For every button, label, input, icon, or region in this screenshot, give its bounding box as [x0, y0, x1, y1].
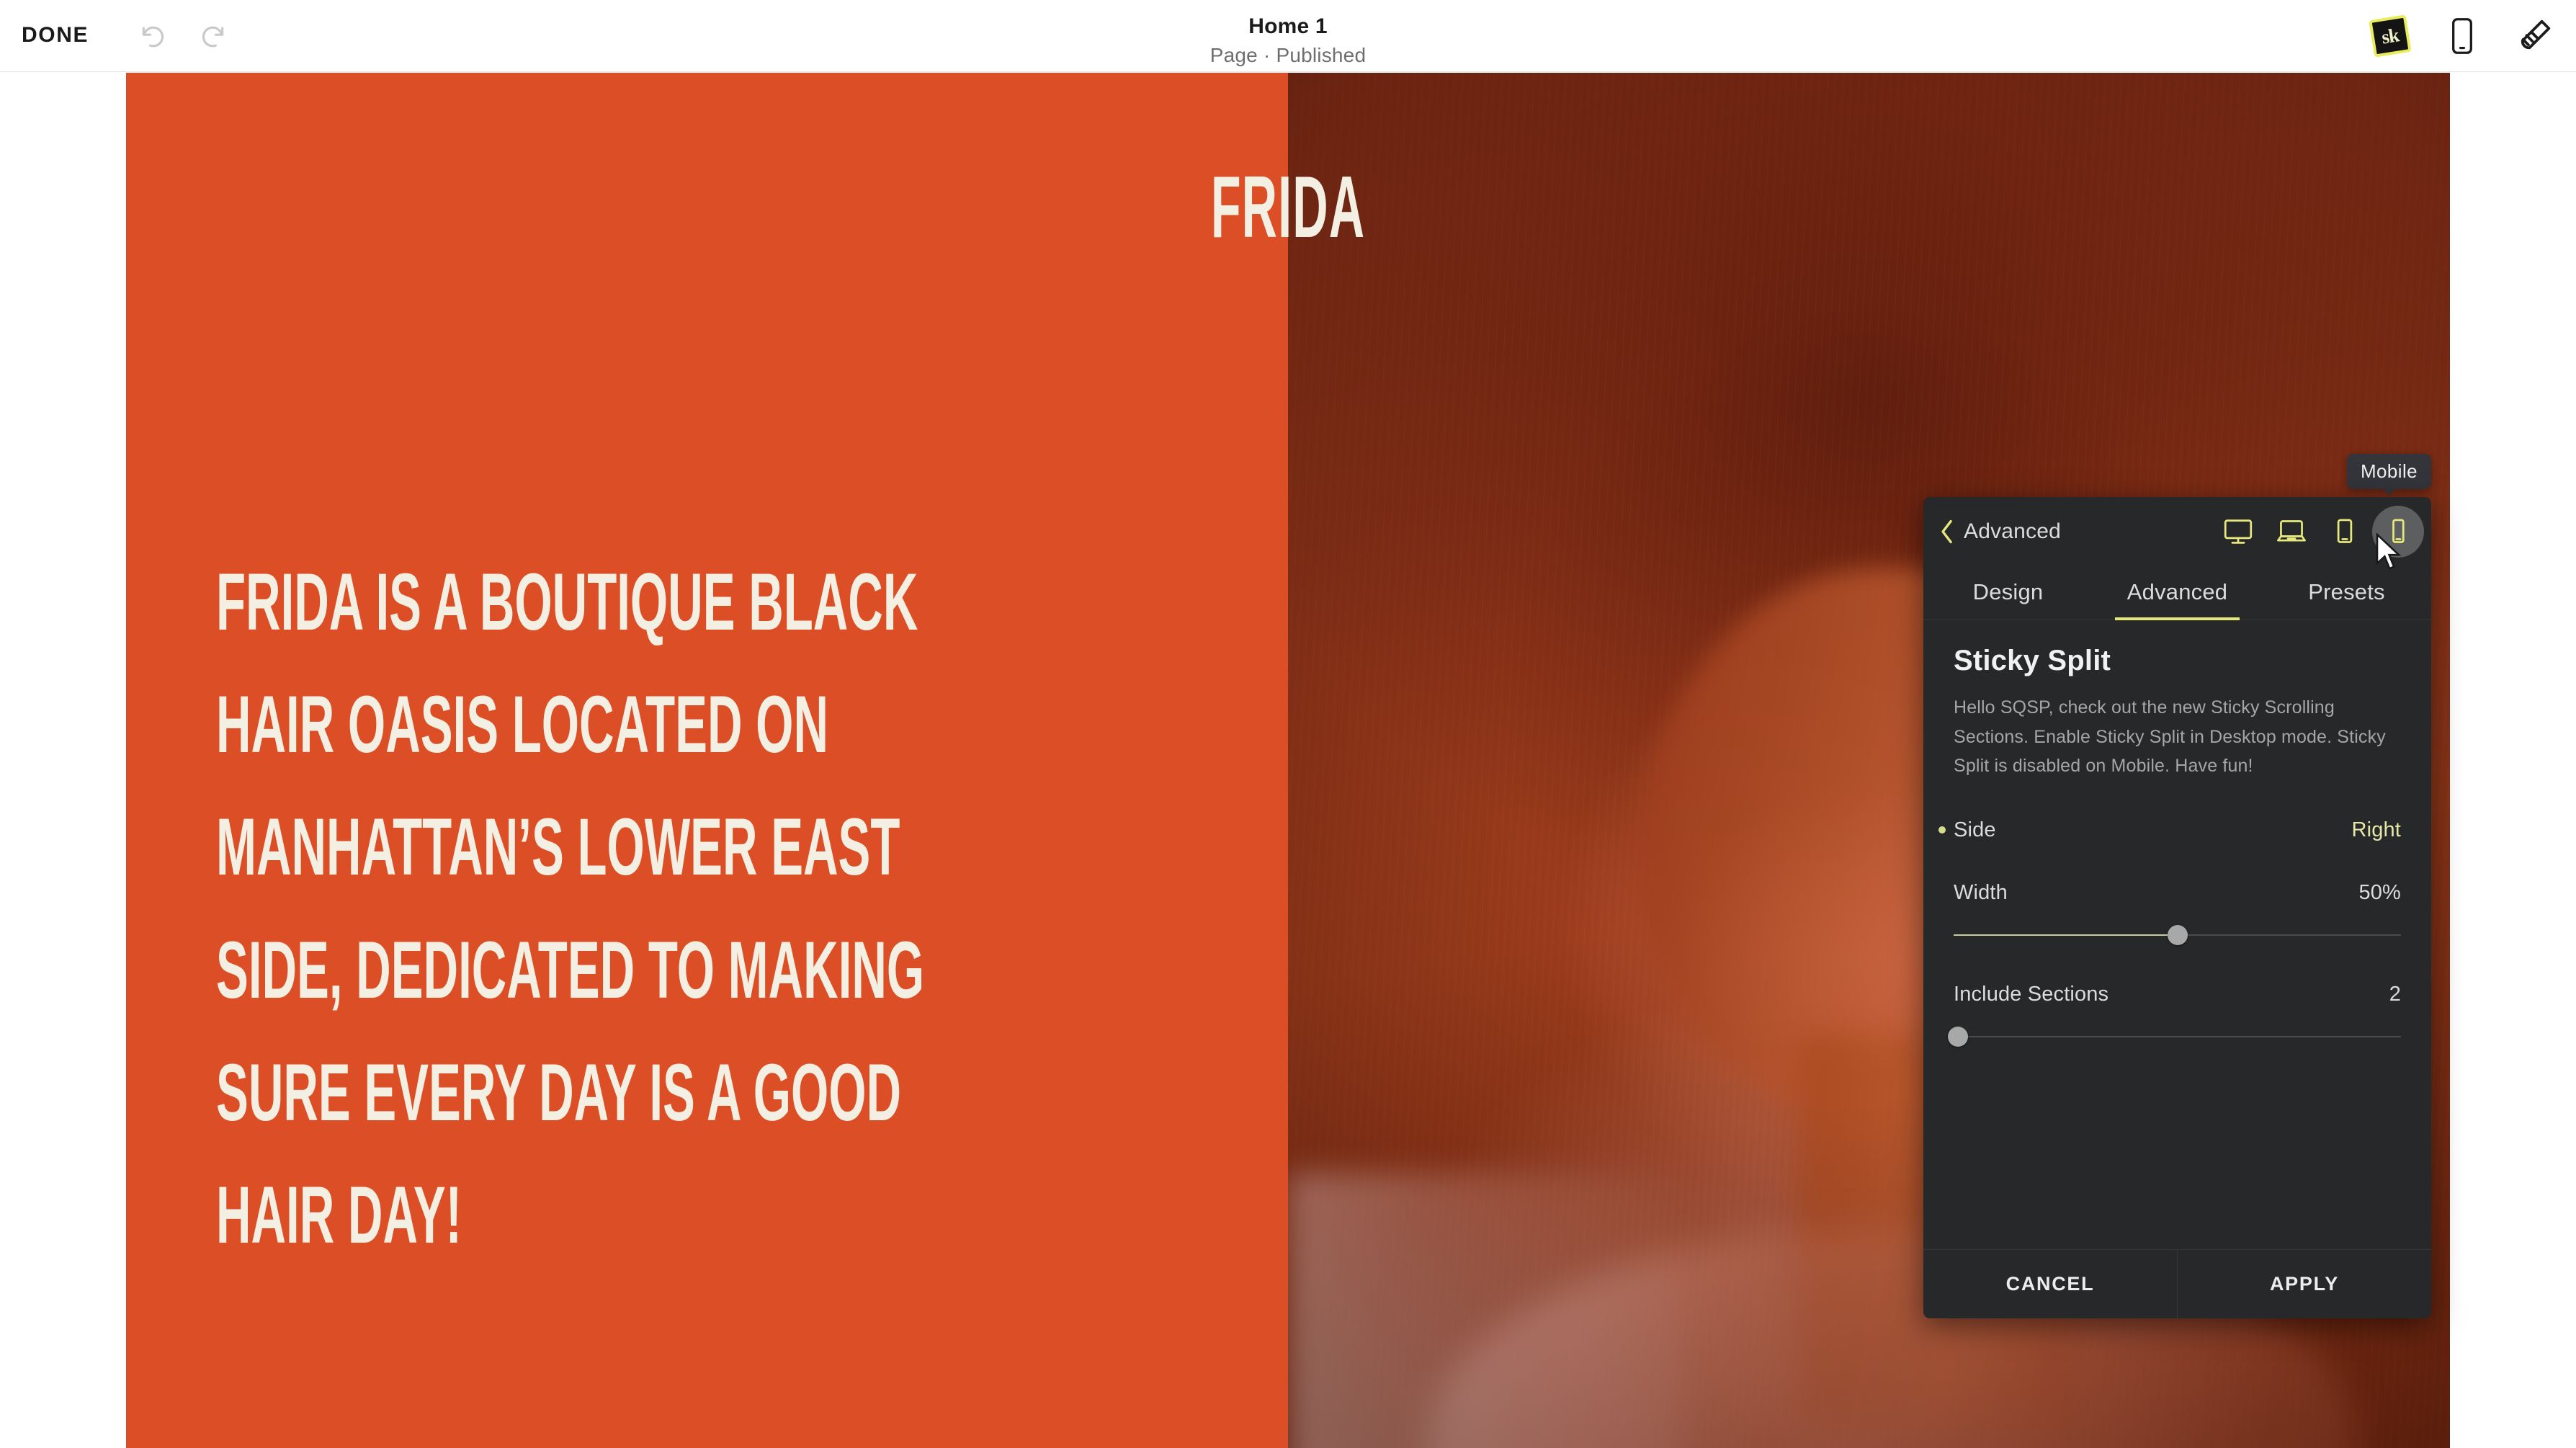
undo-button[interactable] [138, 20, 170, 52]
include-sections-slider-track [1954, 1035, 2401, 1037]
include-sections-slider-thumb[interactable] [1948, 1026, 1969, 1047]
done-button[interactable]: DONE [22, 23, 89, 48]
panel-header: Advanced [1923, 497, 2431, 566]
headline-line: SURE EVERY DAY IS A GOOD [216, 1047, 902, 1138]
top-bar-right-actions: sk [2369, 0, 2553, 72]
redo-arrow-icon [202, 26, 224, 48]
side-label: Side [1954, 818, 1996, 841]
tab-presets[interactable]: Presets [2262, 566, 2431, 620]
squarekicker-logo-button[interactable]: sk [2369, 14, 2412, 58]
redo-button[interactable] [196, 20, 228, 52]
laptop-icon [2277, 520, 2306, 542]
headline-line: SIDE, DEDICATED TO MAKING [216, 924, 925, 1015]
headline-line: FRIDA IS A BOUTIQUE BLACK [216, 557, 918, 647]
editor-top-bar: DONE Home 1 Page · Published sk [0, 0, 2576, 72]
page-title: Home 1 [1248, 14, 1328, 38]
headline-line: HAIR DAY! [216, 1170, 462, 1261]
page-meta: Home 1 Page · Published [0, 14, 2576, 68]
hero-headline: FRIDA IS A BOUTIQUE BLACK HAIR OASIS LOC… [216, 541, 1225, 1277]
panel-body: Sticky Split Hello SQSP, check out the n… [1923, 620, 2431, 1249]
include-sections-label: Include Sections [1954, 982, 2109, 1006]
control-side[interactable]: Side Right [1938, 818, 2401, 842]
include-sections-value: 2 [2389, 982, 2401, 1006]
width-value: 50% [2358, 880, 2401, 904]
width-slider-fill [1954, 934, 2178, 936]
control-include-sections[interactable]: Include Sections 2 [1948, 982, 2401, 1051]
section-description: Hello SQSP, check out the new Sticky Scr… [1954, 697, 2386, 776]
modified-indicator-dot [1938, 826, 1946, 834]
apply-button[interactable]: APPLY [2178, 1250, 2431, 1318]
mobile-icon [2392, 519, 2405, 543]
device-button-mobile[interactable] [2372, 506, 2424, 558]
desktop-monitor-icon [2224, 519, 2253, 544]
undo-arrow-icon [142, 26, 164, 48]
tablet-icon [2337, 519, 2353, 543]
squarekicker-logo-text: sk [2379, 23, 2400, 48]
cancel-button[interactable]: CANCEL [1923, 1250, 2178, 1318]
chevron-left-icon [1941, 519, 1952, 544]
side-value[interactable]: Right [2352, 818, 2401, 842]
panel-footer: CANCEL APPLY [1923, 1249, 2431, 1318]
page-status: Page · Published [1209, 43, 1367, 66]
width-label: Width [1954, 880, 2008, 904]
panel-tabs: Design Advanced Presets [1923, 566, 2431, 620]
headline-line: MANHATTAN’S LOWER EAST [216, 802, 900, 893]
control-width[interactable]: Width 50% [1954, 881, 2401, 949]
include-sections-slider[interactable] [1948, 1022, 2401, 1051]
device-switcher [2212, 497, 2424, 566]
width-slider[interactable] [1954, 921, 2401, 949]
sticky-split-settings-panel[interactable]: Advanced Design Advanced Presets Sticky … [1923, 497, 2431, 1318]
tab-design[interactable]: Design [1923, 566, 2093, 620]
width-slider-thumb[interactable] [2167, 924, 2188, 945]
headline-line: HAIR OASIS LOCATED ON [216, 679, 828, 770]
section-title: Sticky Split [1954, 645, 2111, 676]
device-button-desktop[interactable] [2212, 506, 2264, 558]
tab-advanced[interactable]: Advanced [2093, 566, 2262, 620]
back-to-advanced-button[interactable]: Advanced [1939, 519, 2061, 544]
site-brand-title: FRIDA [1210, 158, 1366, 256]
paintbrush-icon[interactable] [2515, 17, 2553, 55]
device-button-laptop[interactable] [2266, 506, 2317, 558]
mobile-device-icon[interactable] [2448, 17, 2477, 55]
device-button-tablet[interactable] [2319, 506, 2371, 558]
device-tooltip: Mobile [2347, 454, 2431, 496]
back-label: Advanced [1964, 519, 2062, 543]
